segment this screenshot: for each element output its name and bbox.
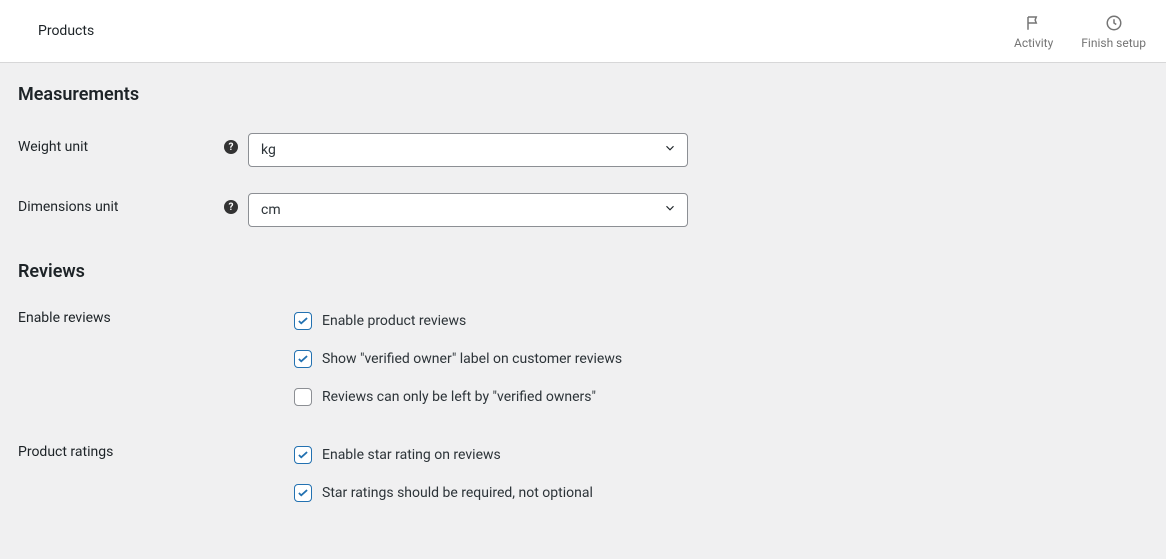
enable-reviews-row: Enable reviews Enable product reviews Sh…: [18, 310, 1146, 406]
measurements-heading: Measurements: [18, 84, 1146, 105]
weight-unit-label-wrap: Weight unit ?: [18, 133, 248, 155]
checkbox[interactable]: [294, 312, 312, 330]
option-label: Enable star rating on reviews: [322, 447, 501, 463]
option-label: Reviews can only be left by "verified ow…: [322, 389, 596, 405]
weight-unit-value: kg: [261, 142, 276, 158]
chevron-down-icon: [663, 141, 677, 159]
topbar: Products Activity Finish setup: [0, 0, 1166, 62]
dimensions-unit-label: Dimensions unit: [18, 199, 119, 215]
page-title: Products: [38, 23, 94, 39]
help-icon[interactable]: ?: [224, 140, 238, 154]
activity-button[interactable]: Activity: [1014, 13, 1053, 49]
finish-setup-button[interactable]: Finish setup: [1081, 13, 1146, 49]
option-label: Show "verified owner" label on customer …: [322, 351, 622, 367]
clock-icon: [1104, 13, 1124, 33]
flag-icon: [1024, 13, 1044, 33]
enable-reviews-label: Enable reviews: [18, 310, 111, 326]
checkbox[interactable]: [294, 350, 312, 368]
help-icon[interactable]: ?: [224, 200, 238, 214]
dimensions-unit-label-wrap: Dimensions unit ?: [18, 193, 248, 215]
enable-reviews-options: Enable product reviews Show "verified ow…: [294, 310, 622, 406]
dimensions-unit-select[interactable]: cm: [248, 193, 688, 227]
product-ratings-label: Product ratings: [18, 444, 113, 460]
weight-unit-row: Weight unit ? kg: [18, 133, 1146, 167]
enable-product-reviews-option[interactable]: Enable product reviews: [294, 312, 622, 330]
checkbox[interactable]: [294, 484, 312, 502]
checkbox[interactable]: [294, 388, 312, 406]
verified-owner-label-option[interactable]: Show "verified owner" label on customer …: [294, 350, 622, 368]
checkbox[interactable]: [294, 446, 312, 464]
enable-reviews-label-wrap: Enable reviews: [18, 310, 248, 326]
star-rating-required-option[interactable]: Star ratings should be required, not opt…: [294, 484, 593, 502]
dimensions-unit-value: cm: [261, 202, 281, 218]
finish-setup-label: Finish setup: [1081, 37, 1146, 49]
verified-owners-only-option[interactable]: Reviews can only be left by "verified ow…: [294, 388, 622, 406]
settings-content: Measurements Weight unit ? kg Dimensions…: [0, 62, 1166, 502]
dimensions-unit-row: Dimensions unit ? cm: [18, 193, 1146, 227]
option-label: Star ratings should be required, not opt…: [322, 485, 593, 501]
chevron-down-icon: [663, 201, 677, 219]
product-ratings-options: Enable star rating on reviews Star ratin…: [294, 444, 593, 502]
option-label: Enable product reviews: [322, 313, 466, 329]
weight-unit-label: Weight unit: [18, 139, 88, 155]
product-ratings-label-wrap: Product ratings: [18, 444, 248, 460]
product-ratings-row: Product ratings Enable star rating on re…: [18, 444, 1146, 502]
activity-label: Activity: [1014, 37, 1053, 49]
weight-unit-select[interactable]: kg: [248, 133, 688, 167]
topbar-actions: Activity Finish setup: [1014, 13, 1146, 49]
enable-star-rating-option[interactable]: Enable star rating on reviews: [294, 446, 593, 464]
reviews-heading: Reviews: [18, 261, 1146, 282]
